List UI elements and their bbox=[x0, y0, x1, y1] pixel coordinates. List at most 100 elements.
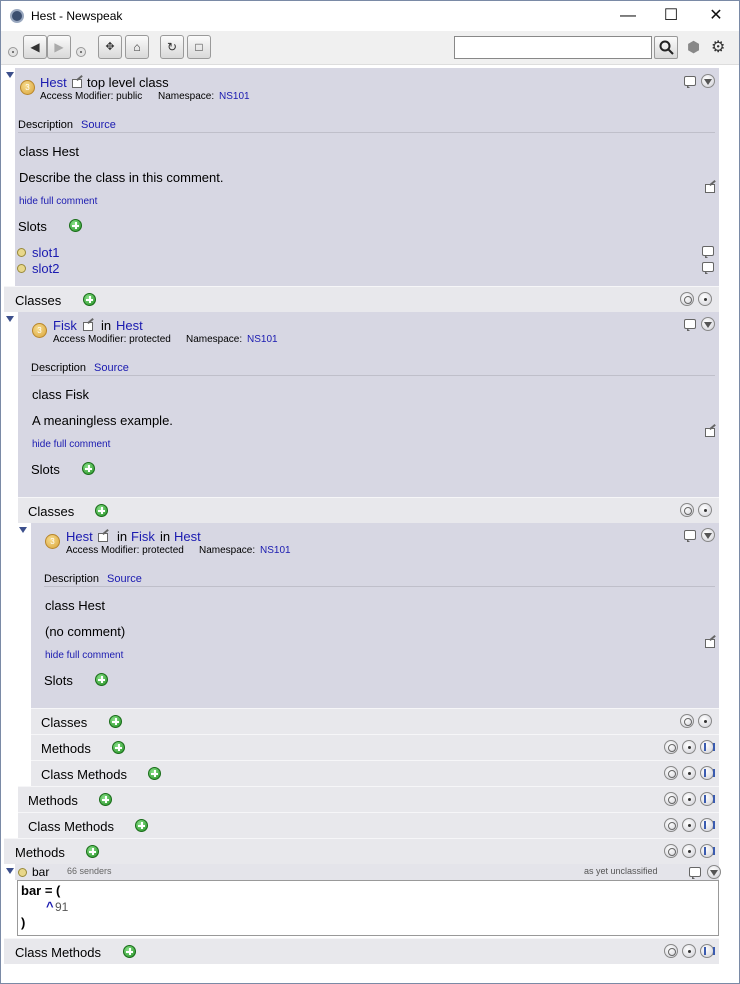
add-class-icon[interactable] bbox=[109, 715, 122, 728]
sort-icon[interactable] bbox=[700, 844, 715, 858]
comment-icon[interactable] bbox=[684, 530, 696, 542]
class-name-link[interactable]: Hest bbox=[40, 75, 67, 90]
search-input[interactable] bbox=[454, 36, 652, 59]
sort-icon[interactable] bbox=[700, 792, 715, 806]
sort-icon[interactable] bbox=[700, 944, 715, 958]
tab-description[interactable]: Description bbox=[31, 362, 86, 374]
tab-source[interactable]: Source bbox=[81, 119, 116, 131]
edit-comment-icon[interactable] bbox=[705, 184, 715, 193]
filter-icon[interactable] bbox=[664, 792, 678, 806]
dot-menu-icon[interactable] bbox=[682, 740, 696, 754]
menu-icon[interactable] bbox=[701, 74, 715, 88]
method-name[interactable]: bar bbox=[32, 865, 49, 879]
filter-icon[interactable] bbox=[664, 844, 678, 858]
namespace-link[interactable]: NS101 bbox=[247, 334, 278, 345]
parent-class-link[interactable]: Hest bbox=[174, 529, 201, 544]
class-name-link[interactable]: Hest bbox=[66, 529, 93, 544]
slot-link[interactable]: slot1 bbox=[32, 245, 59, 260]
add-class-method-icon[interactable] bbox=[123, 945, 136, 958]
namespace-link[interactable]: NS101 bbox=[260, 545, 291, 556]
home-button[interactable]: ⌂ bbox=[125, 35, 149, 59]
dot-menu-icon[interactable] bbox=[682, 792, 696, 806]
edit-name-icon[interactable] bbox=[98, 533, 108, 542]
menu-icon[interactable] bbox=[701, 317, 715, 331]
edit-name-icon[interactable] bbox=[72, 79, 82, 88]
collapse-toggle-icon[interactable] bbox=[6, 72, 14, 78]
menu-dot-icon[interactable] bbox=[8, 47, 18, 57]
hide-comment-link[interactable]: hide full comment bbox=[45, 650, 123, 661]
dot-menu-icon[interactable] bbox=[682, 818, 696, 832]
edit-comment-icon[interactable] bbox=[705, 428, 715, 437]
filter-icon[interactable] bbox=[680, 714, 694, 728]
add-slot-icon[interactable] bbox=[82, 462, 95, 475]
sort-icon[interactable] bbox=[700, 740, 715, 754]
code-value: 91 bbox=[55, 900, 69, 914]
maximize-button[interactable]: ☐ bbox=[656, 6, 686, 26]
tab-source[interactable]: Source bbox=[94, 362, 129, 374]
filter-icon[interactable] bbox=[680, 503, 694, 517]
cube-icon[interactable]: ⬢ bbox=[687, 38, 700, 56]
add-method-icon[interactable] bbox=[99, 793, 112, 806]
namespace-link[interactable]: NS101 bbox=[219, 91, 250, 102]
dot-menu-icon[interactable] bbox=[698, 292, 712, 306]
slot-link[interactable]: slot2 bbox=[32, 261, 59, 276]
filter-icon[interactable] bbox=[664, 740, 678, 754]
refresh-button[interactable]: ↻ bbox=[160, 35, 184, 59]
hide-comment-link[interactable]: hide full comment bbox=[19, 196, 97, 207]
minimize-button[interactable]: — bbox=[613, 6, 643, 26]
menu-icon[interactable] bbox=[707, 865, 721, 879]
tab-description[interactable]: Description bbox=[44, 573, 99, 585]
menu-icon[interactable] bbox=[701, 528, 715, 542]
sort-icon[interactable] bbox=[700, 818, 715, 832]
edit-comment-icon[interactable] bbox=[705, 639, 715, 648]
dot-menu-icon[interactable] bbox=[682, 766, 696, 780]
dot-menu-icon[interactable] bbox=[698, 503, 712, 517]
tab-description[interactable]: Description bbox=[18, 119, 73, 131]
collapse-toggle-icon[interactable] bbox=[19, 527, 27, 533]
filter-icon[interactable] bbox=[680, 292, 694, 306]
methods-section-bar: Methods bbox=[4, 838, 719, 864]
methods-label: Methods bbox=[41, 741, 91, 756]
close-button[interactable]: ✕ bbox=[701, 6, 731, 26]
collapse-toggle-icon[interactable] bbox=[6, 316, 14, 322]
filter-icon[interactable] bbox=[664, 944, 678, 958]
search-button[interactable] bbox=[654, 36, 678, 59]
hide-comment-link[interactable]: hide full comment bbox=[32, 439, 110, 450]
comment-icon[interactable] bbox=[702, 246, 714, 258]
add-method-icon[interactable] bbox=[86, 845, 99, 858]
comment-icon[interactable] bbox=[702, 262, 714, 274]
add-slot-icon[interactable] bbox=[95, 673, 108, 686]
history-dot-icon[interactable] bbox=[76, 47, 86, 57]
dot-menu-icon[interactable] bbox=[682, 944, 696, 958]
back-button[interactable]: ◀ bbox=[23, 35, 47, 59]
collapse-toggle-icon[interactable] bbox=[6, 868, 14, 874]
comment-icon[interactable] bbox=[684, 319, 696, 331]
dot-menu-icon[interactable] bbox=[682, 844, 696, 858]
tab-source[interactable]: Source bbox=[107, 573, 142, 585]
add-class-icon[interactable] bbox=[95, 504, 108, 517]
sort-icon[interactable] bbox=[700, 766, 715, 780]
expand-all-button[interactable]: ✥ bbox=[98, 35, 122, 59]
filter-icon[interactable] bbox=[664, 818, 678, 832]
add-class-icon[interactable] bbox=[83, 293, 96, 306]
edit-name-icon[interactable] bbox=[83, 322, 93, 331]
parent-class-link[interactable]: Fisk bbox=[131, 529, 155, 544]
class-name-link[interactable]: Fisk bbox=[53, 318, 77, 333]
gear-icon[interactable]: ⚙ bbox=[711, 37, 725, 57]
new-window-button[interactable]: □ bbox=[187, 35, 211, 59]
filter-icon[interactable] bbox=[664, 766, 678, 780]
comment-icon[interactable] bbox=[689, 867, 701, 879]
forward-button[interactable]: ▶ bbox=[47, 35, 71, 59]
classes-section-bar: Classes bbox=[18, 497, 719, 523]
code-editor[interactable]: bar = ( ^ 91 ) bbox=[17, 880, 719, 936]
add-class-method-icon[interactable] bbox=[148, 767, 161, 780]
method-category[interactable]: as yet unclassified bbox=[584, 866, 658, 876]
scrollbar[interactable] bbox=[721, 65, 739, 983]
dot-menu-icon[interactable] bbox=[698, 714, 712, 728]
comment-icon[interactable] bbox=[684, 76, 696, 88]
add-method-icon[interactable] bbox=[112, 741, 125, 754]
senders-link[interactable]: 66 senders bbox=[67, 866, 112, 876]
add-class-method-icon[interactable] bbox=[135, 819, 148, 832]
add-slot-icon[interactable] bbox=[69, 219, 82, 232]
parent-class-link[interactable]: Hest bbox=[116, 318, 143, 333]
